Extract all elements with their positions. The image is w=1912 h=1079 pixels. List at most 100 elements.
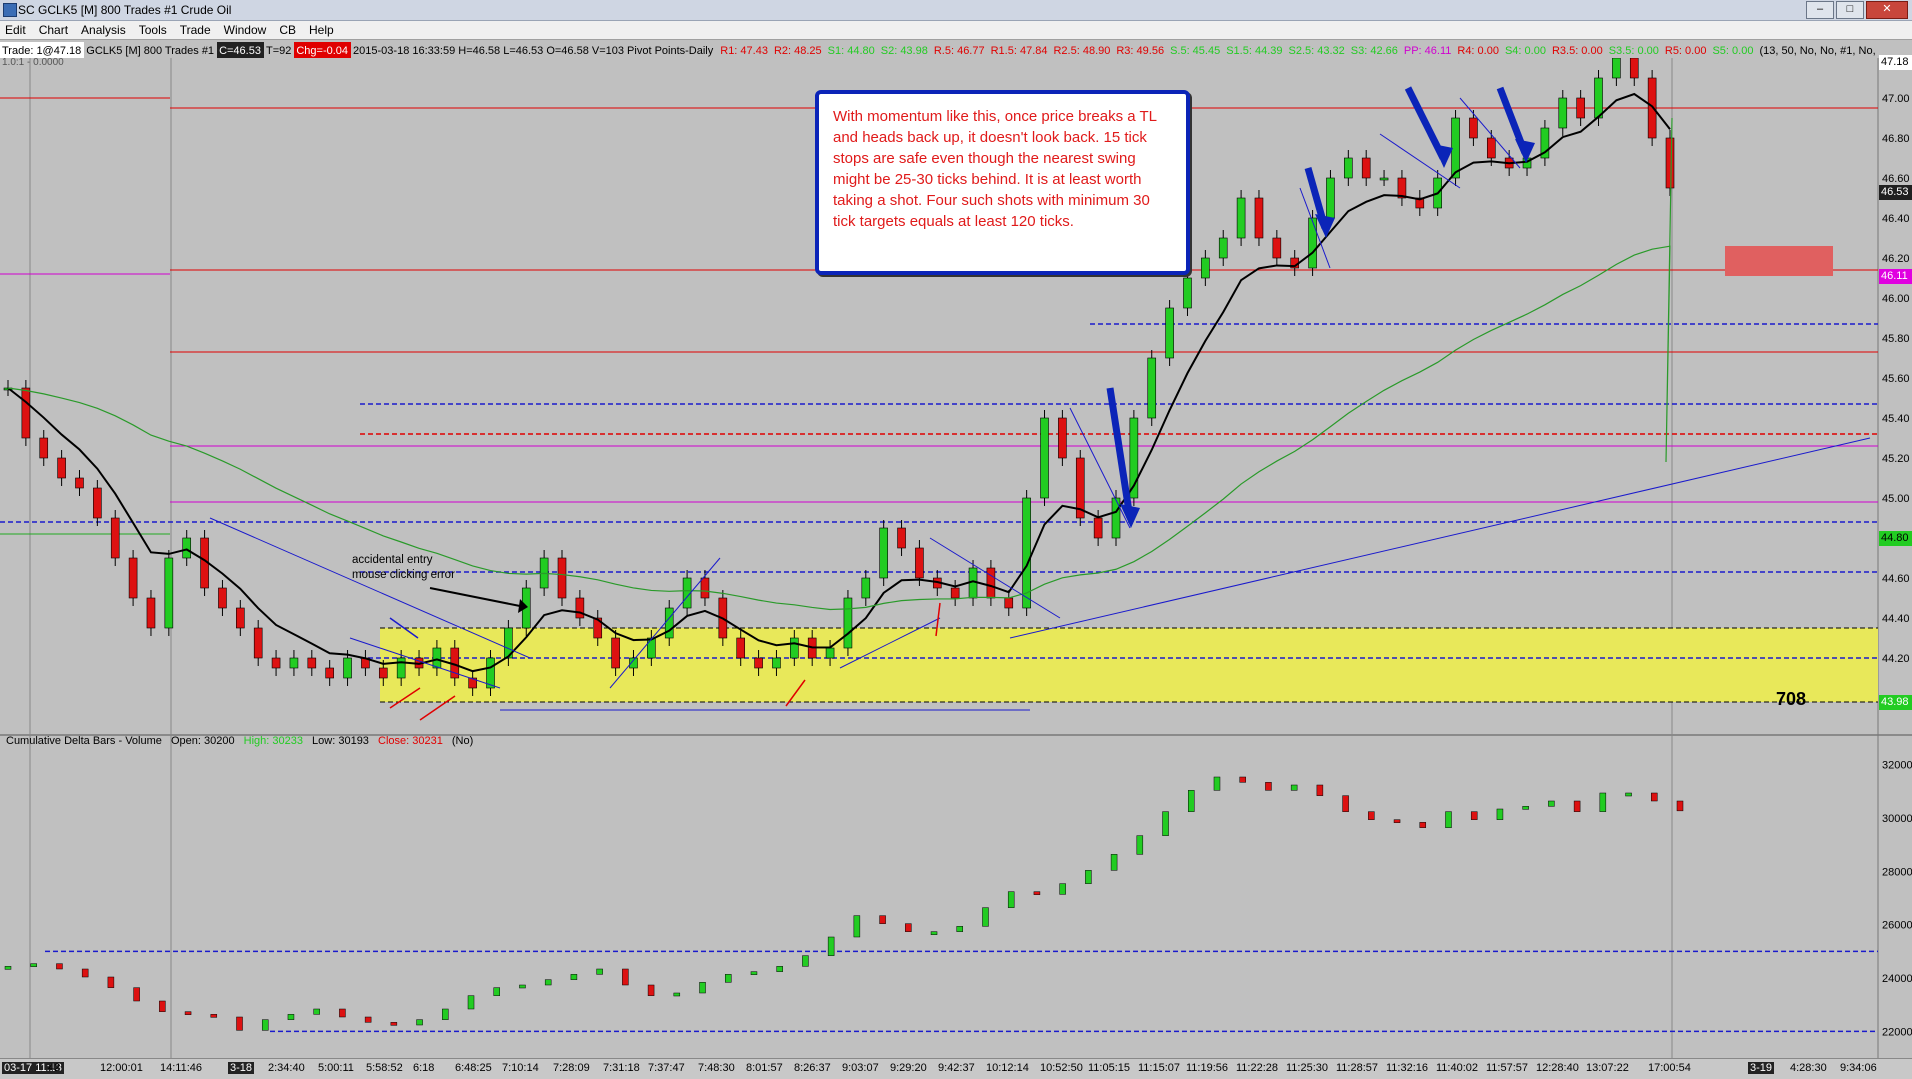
delta-bar — [1599, 792, 1607, 812]
delta-bar — [364, 1016, 372, 1023]
menu-chart[interactable]: Chart — [34, 21, 76, 39]
tick-readout: T=92 — [265, 45, 292, 57]
candle-body — [1040, 417, 1049, 499]
menu-tools[interactable]: Tools — [134, 21, 175, 39]
candle-body — [1183, 277, 1192, 309]
indicator-flag: (No) — [451, 735, 474, 747]
delta-bar — [776, 966, 783, 972]
delta-bar — [1470, 811, 1478, 820]
candle-body — [57, 457, 66, 479]
time-axis-label: 8:01:57 — [746, 1062, 783, 1074]
delta-bar — [493, 987, 500, 996]
delta-bar — [313, 1008, 320, 1015]
price-axis-label: 46.40 — [1882, 213, 1910, 225]
app-icon — [3, 3, 17, 17]
time-axis-label: 11:25:30 — [1286, 1062, 1329, 1074]
candle-body — [1647, 77, 1657, 139]
price-axis-label: 46.20 — [1882, 253, 1910, 265]
indicator-name: Cumulative Delta Bars - Volume — [6, 735, 162, 747]
price-tag-3: 44.80 — [1879, 531, 1912, 546]
close-icon[interactable]: ✕ — [1866, 1, 1908, 19]
order-marker[interactable] — [1725, 246, 1833, 276]
pivot-readout-14: S4: 0.00 — [1504, 45, 1546, 57]
price-tag-2: 46.11 — [1879, 269, 1912, 284]
price-axis-label: 45.40 — [1882, 413, 1910, 425]
pivot-readout-1: R2: 48.25 — [773, 45, 822, 57]
delta-bar — [1110, 854, 1118, 871]
delta-bar — [1085, 870, 1092, 884]
candle-body — [790, 637, 799, 659]
pivot-readout-18: S5: 0.00 — [1712, 45, 1754, 57]
delta-bar — [390, 1022, 398, 1026]
delta-bar — [261, 1019, 269, 1031]
candle-body — [253, 627, 263, 659]
delta-bar — [544, 979, 552, 986]
candle-body — [950, 587, 960, 599]
delta-bar — [1522, 806, 1529, 810]
delta-bar — [622, 968, 629, 986]
candle-body — [1201, 257, 1210, 279]
window-controls: – □ ✕ — [1806, 1, 1908, 19]
pivot-readout-4: R.5: 46.77 — [933, 45, 985, 57]
time-axis-label: 3-19 — [1748, 1062, 1775, 1074]
price-axis-label: 46.80 — [1882, 133, 1910, 145]
price-tag-1: 46.53 — [1879, 185, 1912, 200]
chart-status-bar: Trade: 1@47.18 GCLK5 [M] 800 Trades #1 C=4… — [0, 40, 1912, 58]
price-axis-label: 44.40 — [1882, 613, 1910, 625]
delta-axis-label: 22000 — [1882, 1026, 1912, 1038]
pivot-readout-9: S1.5: 44.39 — [1226, 45, 1283, 57]
candle-body — [1576, 97, 1585, 119]
candle-body — [236, 607, 245, 629]
indicator-header: Cumulative Delta Bars - Volume Open: 302… — [6, 735, 479, 747]
time-axis-bar[interactable]: 03-17 11:13 42 12:00:01 14:11:46 3-18 2:34:40… — [0, 1058, 1912, 1079]
candle-body — [432, 647, 442, 669]
delta-bar — [1136, 835, 1144, 855]
candle-body — [1361, 157, 1371, 179]
menu-trade[interactable]: Trade — [175, 21, 219, 39]
menu-analysis[interactable]: Analysis — [76, 21, 134, 39]
trade-readout: Trade: 1@47.18 — [0, 42, 85, 58]
minimize-icon[interactable]: – — [1806, 1, 1834, 19]
indicator-high: High: 30233 — [243, 735, 303, 747]
delta-bar — [724, 974, 732, 983]
delta-bar — [416, 1019, 423, 1026]
candle-body — [1004, 597, 1014, 609]
pivot-readout-6: R2.5: 48.90 — [1053, 45, 1111, 57]
delta-axis-label: 28000 — [1882, 866, 1912, 878]
price-tag-0: 47.18 — [1879, 55, 1912, 70]
candle-body — [772, 657, 781, 669]
delta-bar — [1059, 883, 1066, 895]
candle-body — [1058, 417, 1067, 459]
delta-bar — [442, 1008, 449, 1020]
price-axis-label: 47.00 — [1882, 93, 1910, 105]
candle-body — [164, 557, 174, 629]
delta-bar — [853, 915, 861, 938]
menu-help[interactable]: Help — [304, 21, 342, 39]
menu-window[interactable]: Window — [219, 21, 275, 39]
pivot-readout-15: R3.5: 0.00 — [1551, 45, 1603, 57]
annotation-box[interactable]: With momentum like this, once price brea… — [815, 90, 1190, 275]
price-axis-label: 46.60 — [1882, 173, 1910, 185]
bar-readout: 2015-03-18 16:33:59 H=46.58 L=46.53 O=46… — [353, 45, 714, 57]
menu-cb[interactable]: CB — [274, 21, 304, 39]
delta-bar — [930, 931, 938, 935]
delta-bar — [287, 1014, 295, 1020]
signal-arrow-head-1 — [1315, 214, 1335, 238]
delta-bar — [647, 984, 655, 996]
delta-bar — [1033, 891, 1041, 895]
candle-body — [843, 597, 853, 649]
time-axis-label: 11:32:16 — [1386, 1062, 1429, 1074]
time-axis-label: 5:58:52 — [366, 1062, 403, 1074]
time-axis-label: 5:00:11 — [318, 1062, 354, 1074]
candle-body — [1147, 357, 1157, 419]
candle-body — [736, 637, 746, 659]
candle-body — [879, 527, 888, 579]
delta-bar — [982, 907, 989, 927]
maximize-icon[interactable]: □ — [1836, 1, 1864, 19]
window-title: SC GCLK5 [M] 800 Trades #1 Crude Oil — [18, 3, 232, 17]
candle-body — [647, 637, 656, 659]
delta-bar — [159, 1000, 166, 1012]
candle-body — [1344, 157, 1353, 179]
menu-edit[interactable]: Edit — [0, 21, 34, 39]
time-axis-label: 2:34:40 — [268, 1062, 305, 1074]
